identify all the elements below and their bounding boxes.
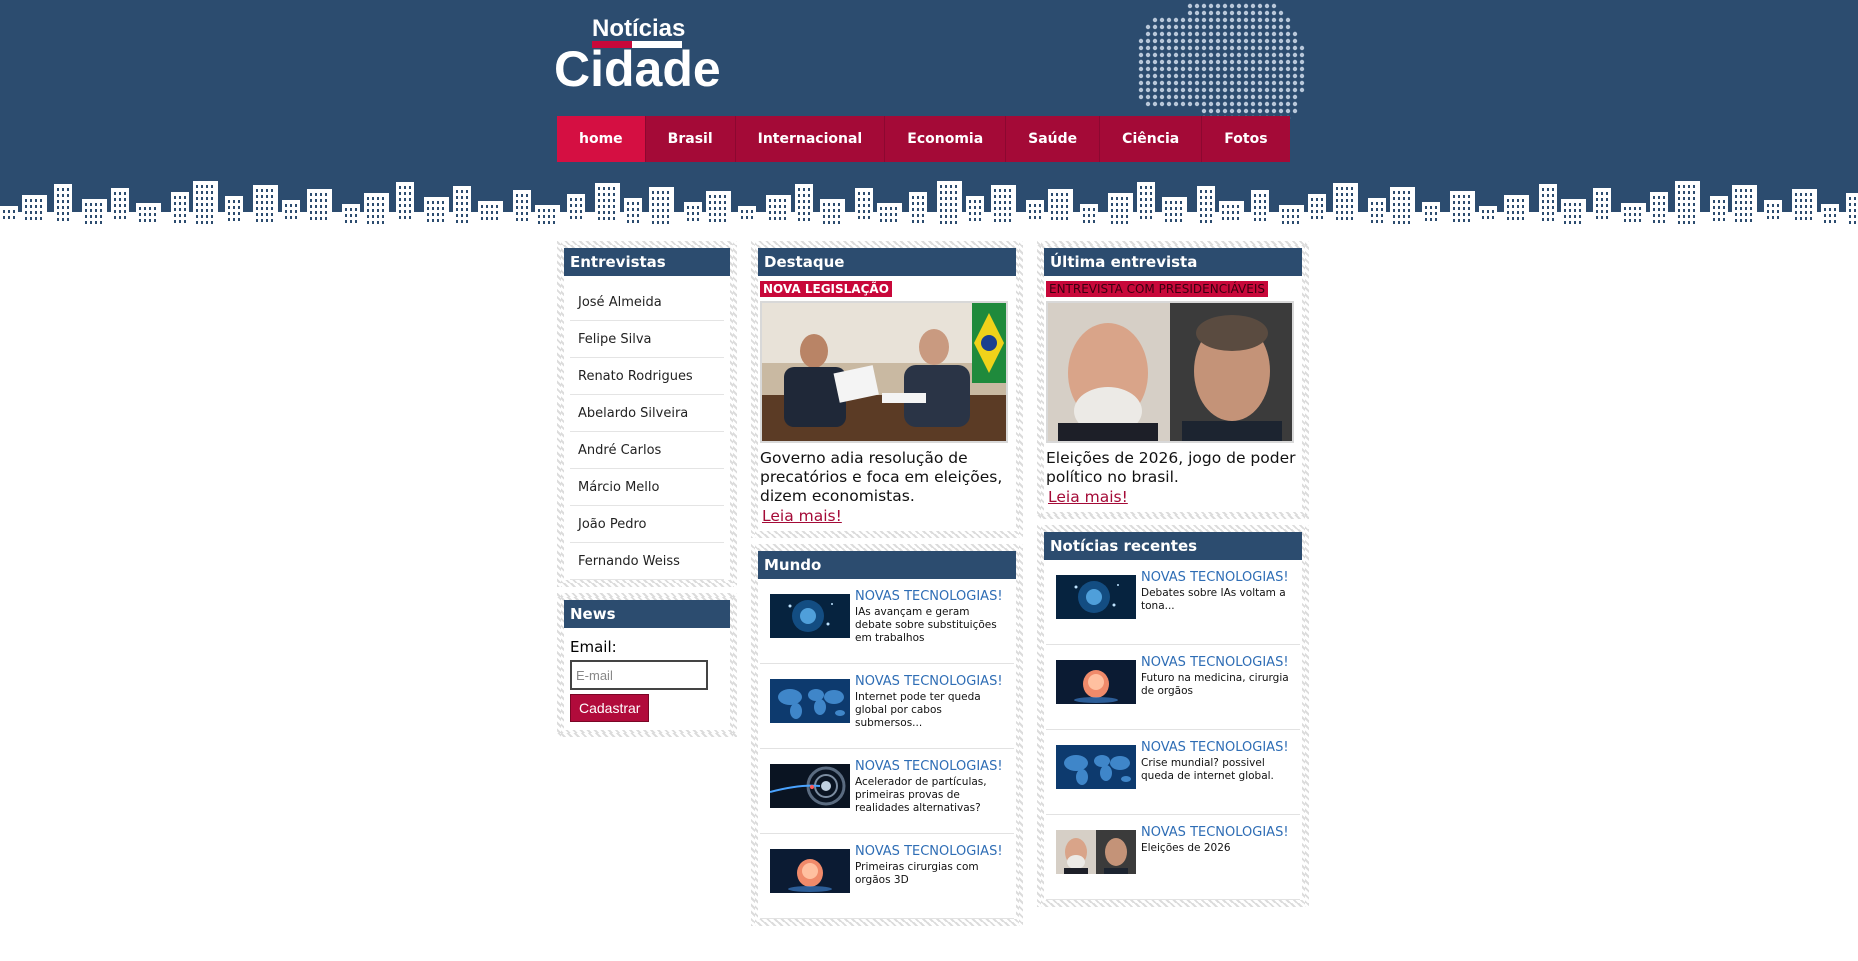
ultima-entrevista-tag[interactable]: ENTREVISTA COM PRESIDENCIÁVEIS	[1046, 281, 1269, 297]
recentes-item-text: NOVAS TECNOLOGIAS! Futuro na medicina, ci…	[1141, 655, 1294, 729]
nav-item-internacional[interactable]: Internacional	[736, 116, 886, 162]
destaque-box: Destaque NOVA LEGISLAÇÃO Governo adia re…	[751, 241, 1023, 538]
mundo-item-headline[interactable]: NOVAS TECNOLOGIAS!	[855, 844, 1008, 859]
3d-organ-thumbnail[interactable]	[1056, 660, 1136, 704]
logo-small-text[interactable]: Notícias	[592, 15, 685, 43]
3d-organ-thumbnail[interactable]	[770, 849, 850, 893]
main-nav: home Brasil Internacional Economia Saúde Ciên…	[557, 116, 1290, 162]
recentes-item-text: NOVAS TECNOLOGIAS! Debates sobre IAs volt…	[1141, 570, 1294, 644]
recentes-item-headline[interactable]: NOVAS TECNOLOGIAS!	[1141, 825, 1289, 840]
entrevista-link[interactable]: Márcio Mello	[570, 469, 724, 506]
nav-item-saude[interactable]: Saúde	[1006, 116, 1101, 162]
email-field[interactable]: E-mail	[570, 660, 708, 690]
recentes-item-description: Crise mundial? possivel queda de interne…	[1141, 757, 1274, 782]
world-map-thumbnail[interactable]	[1056, 745, 1136, 789]
mundo-item[interactable]: NOVAS TECNOLOGIAS! IAs avançam e geram de…	[760, 579, 1014, 664]
nav-item-fotos[interactable]: Fotos	[1202, 116, 1289, 162]
mundo-item[interactable]: NOVAS TECNOLOGIAS! Acelerador de partícul…	[760, 749, 1014, 834]
mundo-box: Mundo NOVAS TECNOLOGIAS! IAs avançam e ge…	[751, 544, 1023, 926]
destaque-image[interactable]	[760, 301, 1008, 443]
recentes-title: Notícias recentes	[1044, 532, 1302, 560]
recentes-item-headline[interactable]: NOVAS TECNOLOGIAS!	[1141, 655, 1294, 670]
nav-item-brasil[interactable]: Brasil	[646, 116, 736, 162]
mundo-item-text: NOVAS TECNOLOGIAS! Primeiras cirurgias co…	[855, 844, 1008, 918]
ai-network-thumbnail[interactable]	[770, 594, 850, 638]
mundo-item-description: IAs avançam e geram debate sobre substit…	[855, 606, 997, 644]
entrevista-link[interactable]: Abelardo Silveira	[570, 395, 724, 432]
entrevistas-box: Entrevistas José Almeida Felipe Silva Rena…	[557, 241, 737, 587]
entrevista-link[interactable]: André Carlos	[570, 432, 724, 469]
cadastrar-button[interactable]: Cadastrar	[570, 694, 650, 722]
news-title: News	[564, 600, 730, 628]
nav-item-home[interactable]: home	[557, 116, 646, 162]
destaque-tag[interactable]: NOVA LEGISLAÇÃO	[760, 281, 892, 297]
mundo-item[interactable]: NOVAS TECNOLOGIAS! Primeiras cirurgias co…	[760, 834, 1014, 919]
recentes-item-text: NOVAS TECNOLOGIAS! Crise mundial? possive…	[1141, 740, 1294, 814]
news-box: News Email: E-mail Cadastrar	[557, 593, 737, 737]
logo-big-text[interactable]: Cidade	[554, 40, 721, 98]
world-map-thumbnail[interactable]	[770, 679, 850, 723]
mundo-item-text: NOVAS TECNOLOGIAS! Acelerador de partícul…	[855, 759, 1008, 833]
mundo-item[interactable]: NOVAS TECNOLOGIAS! Internet pode ter qued…	[760, 664, 1014, 749]
ultima-entrevista-image[interactable]	[1046, 301, 1294, 443]
ultima-entrevista-leia-mais-link[interactable]: Leia mais!	[1048, 488, 1128, 506]
mundo-item-description: Internet pode ter queda global por cabos…	[855, 691, 981, 729]
email-label: Email:	[570, 638, 617, 656]
ultima-entrevista-text: Eleições de 2026, jogo de poder político…	[1046, 449, 1296, 486]
recentes-item-text: NOVAS TECNOLOGIAS! Eleições de 2026	[1141, 825, 1289, 899]
nav-item-economia[interactable]: Economia	[885, 116, 1007, 162]
entrevistas-title: Entrevistas	[564, 248, 730, 276]
mundo-item-headline[interactable]: NOVAS TECNOLOGIAS!	[855, 759, 1008, 774]
recentes-box: Notícias recentes NOVAS TECNOLOGIAS! Deba…	[1037, 525, 1309, 907]
ultima-entrevista-box: Última entrevista ENTREVISTA COM PRESIDE…	[1037, 241, 1309, 519]
recentes-item-description: Eleições de 2026	[1141, 842, 1231, 854]
destaque-title: Destaque	[758, 248, 1016, 276]
entrevista-link[interactable]: Felipe Silva	[570, 321, 724, 358]
mundo-item-headline[interactable]: NOVAS TECNOLOGIAS!	[855, 674, 1008, 689]
ai-network-thumbnail[interactable]	[1056, 575, 1136, 619]
recentes-item-headline[interactable]: NOVAS TECNOLOGIAS!	[1141, 570, 1294, 585]
entrevista-link[interactable]: Fernando Weiss	[570, 543, 724, 580]
site-header: Notícias Cidade home Brasil Internacional E…	[0, 0, 1858, 225]
mundo-item-description: Acelerador de partículas, primeiras prov…	[855, 776, 987, 814]
entrevista-link[interactable]: José Almeida	[570, 284, 724, 321]
recentes-item-headline[interactable]: NOVAS TECNOLOGIAS!	[1141, 740, 1294, 755]
mundo-title: Mundo	[758, 551, 1016, 579]
recentes-item[interactable]: NOVAS TECNOLOGIAS! Crise mundial? possive…	[1046, 730, 1300, 815]
mundo-item-text: NOVAS TECNOLOGIAS! IAs avançam e geram de…	[855, 589, 1008, 663]
mundo-item-description: Primeiras cirurgias com orgãos 3D	[855, 861, 979, 886]
recentes-item-description: Debates sobre IAs voltam a tona...	[1141, 587, 1286, 612]
entrevista-link[interactable]: João Pedro	[570, 506, 724, 543]
recentes-item[interactable]: NOVAS TECNOLOGIAS! Futuro na medicina, ci…	[1046, 645, 1300, 730]
mundo-item-headline[interactable]: NOVAS TECNOLOGIAS!	[855, 589, 1008, 604]
particle-tunnel-thumbnail[interactable]	[770, 764, 850, 808]
recentes-item-description: Futuro na medicina, cirurgia de orgãos	[1141, 672, 1289, 697]
city-skyline-graphic	[0, 181, 1858, 225]
two-portraits-thumbnail[interactable]	[1056, 830, 1136, 874]
nav-item-ciencia[interactable]: Ciência	[1100, 116, 1203, 162]
destaque-text: Governo adia resolução de precatórios e …	[760, 449, 1003, 505]
ultima-entrevista-title: Última entrevista	[1044, 248, 1302, 276]
entrevista-link[interactable]: Renato Rodrigues	[570, 358, 724, 395]
mundo-item-text: NOVAS TECNOLOGIAS! Internet pode ter qued…	[855, 674, 1008, 748]
destaque-leia-mais-link[interactable]: Leia mais!	[762, 507, 842, 525]
recentes-item[interactable]: NOVAS TECNOLOGIAS! Debates sobre IAs volt…	[1046, 560, 1300, 645]
recentes-item[interactable]: NOVAS TECNOLOGIAS! Eleições de 2026	[1046, 815, 1300, 900]
